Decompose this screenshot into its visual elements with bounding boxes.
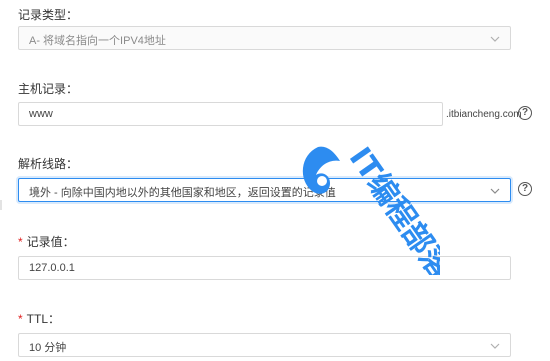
record-value-text: 127.0.0.1 — [29, 262, 75, 274]
host-record-input[interactable]: www — [18, 102, 443, 126]
ttl-select[interactable]: 10 分钟 — [18, 333, 511, 357]
required-mark: * — [18, 312, 23, 326]
chevron-down-icon — [490, 188, 500, 194]
help-icon[interactable]: ? — [518, 106, 532, 120]
help-icon[interactable]: ? — [518, 182, 532, 196]
watermark-logo: IT编程部落 — [302, 141, 440, 275]
domain-suffix: .itbiancheng.com — [446, 109, 522, 120]
left-edge-divider — [0, 200, 2, 210]
ttl-label-text: TTL： — [26, 312, 61, 326]
record-type-value: A- 将域名指向一个IPV4地址 — [29, 35, 166, 47]
chevron-down-icon — [490, 36, 500, 42]
line-label: 解析线路： — [18, 157, 79, 171]
ttl-value: 10 分钟 — [29, 342, 67, 354]
record-type-label: 记录类型： — [18, 8, 79, 22]
record-value-label-text: 记录值： — [26, 235, 75, 249]
record-value-label: * 记录值： — [18, 233, 75, 250]
chevron-down-icon — [490, 343, 500, 349]
svg-text:IT编程部落: IT编程部落 — [342, 141, 440, 275]
record-type-select[interactable]: A- 将域名指向一个IPV4地址 — [18, 26, 511, 50]
ttl-label: * TTL： — [18, 310, 60, 327]
required-mark: * — [18, 235, 23, 249]
host-record-value: www — [29, 108, 53, 120]
host-record-label: 主机记录： — [18, 82, 79, 96]
